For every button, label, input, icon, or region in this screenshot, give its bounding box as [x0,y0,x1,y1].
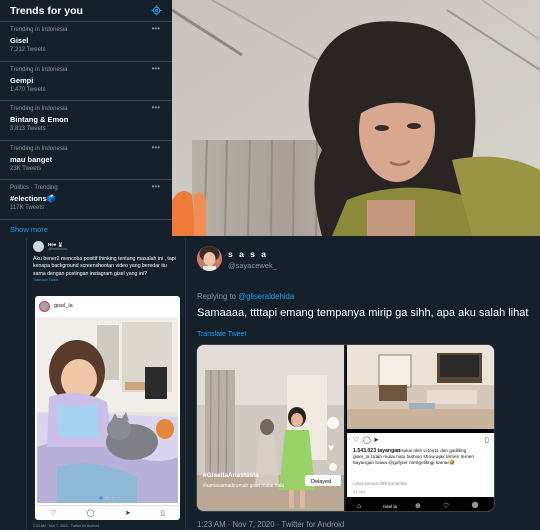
instagram-action-bar: ♡ ◯ ➤ ▯ [35,505,180,520]
comment-icon: ◯ [363,436,371,444]
tweet-text: Samaaaa, ttttapi emang tempanya mirip ga… [197,307,529,319]
svg-text:♥: ♥ [328,443,334,454]
post-caption: gisel_la Udah mulai halu fashion show aj… [353,455,475,466]
translate-link[interactable]: Translate Tweet [197,331,246,338]
instagram-photo [37,317,178,503]
share-icon: ➤ [373,436,379,444]
trends-title: Trends for you [10,4,83,17]
heart-icon: ♡ [443,502,449,510]
avatar [39,300,50,312]
bookmark-icon: ▯ [485,436,489,444]
trend-context: Trending in Indonesia [10,27,68,33]
author-handle: @heeachoo [48,246,67,251]
trend-name: Gempi [10,75,34,85]
avatar[interactable] [33,241,44,252]
view-count: 1.543.023 tayangan [353,448,400,454]
trend-item[interactable]: Trending in Indonesia mau banget 23K Twe… [0,141,172,180]
trend-context: Trending in Indonesia [10,106,68,112]
trend-count: 23K Tweets [10,165,42,172]
reply-to-handle-link[interactable]: @gliseraldehida [238,292,294,301]
trend-item[interactable]: Trending in Indonesia Gisel 7,212 Tweets… [0,22,172,62]
translate-link[interactable]: Translate Tweet [27,278,185,282]
media-composite-image: ♥ #GiselIaAnastasia #samasamadirumah gis… [197,345,494,511]
more-icon[interactable]: ••• [152,64,160,73]
bar-username: nisel la [383,504,398,509]
trend-count: 117K Tweets [10,205,45,211]
instagram-username: gisel_la [54,303,73,309]
author-name: s a s a [228,249,268,259]
view-comments-link: Lihat semua 299 komentar [353,481,408,486]
trend-name: Bintang & Emon [10,115,69,124]
trend-count: 1,470 Tweets [10,86,46,93]
replying-to-label: Replying to [197,292,237,301]
comment-icon[interactable]: ◯ [87,509,95,517]
bookmark-icon[interactable]: ▯ [161,509,165,517]
delayed-badge: Delayed [311,479,331,485]
overlay-music: #samasamadirumah gisel mulai halu [203,483,284,489]
share-icon[interactable]: ➤ [125,509,131,517]
tweet-author: Hee 🐰 @heeachoo [27,238,185,252]
quoted-tweet-screenshot: Hee 🐰 @heeachoo Aku bener2 mencoba posit… [26,238,186,530]
avatar[interactable] [197,246,222,271]
heart-icon[interactable]: ♡ [50,509,56,517]
more-icon[interactable]: ••• [152,24,160,33]
more-icon[interactable]: ••• [152,103,160,112]
video-still-image [172,0,540,236]
instagram-post-image[interactable]: gisel_la ♡ ◯ ➤ ▯ [35,296,180,520]
more-icon[interactable]: ••• [152,143,160,152]
heart-icon: ♡ [353,436,359,444]
tweet-timestamp: 1:03 AM · Nov 7, 2020 · Twitter for Andr… [33,524,100,528]
author-handle: @sayacewek_ [228,261,277,270]
tweet-media[interactable]: ♥ #GiselIaAnastasia #samasamadirumah gis… [196,344,495,512]
trend-item[interactable]: Trending in Indonesia Gempi 1,470 Tweets… [0,62,172,101]
trend-count: 7,212 Tweets [10,47,46,53]
trend-item[interactable]: Politics · Trending #elections🗳️ 117K Tw… [0,180,172,220]
trend-context: Trending in Indonesia [10,66,68,73]
gear-icon[interactable] [151,5,162,16]
trend-context: Politics · Trending [10,185,58,191]
trend-item[interactable]: Trending in Indonesia Bintang & Emon 3,8… [0,101,172,141]
more-icon[interactable]: ••• [152,182,160,191]
trend-name: #elections🗳️ [10,194,57,203]
tweet-text: Aku bener2 mencoba positif thinking tent… [33,256,176,277]
post-date: 21 Apr [353,489,366,494]
instagram-header: gisel_la [35,296,180,316]
overlay-username: #GiselIaAnastasia [203,472,259,479]
tweet-timestamp: 1:23 AM · Nov 7, 2020 · Twitter for Andr… [197,520,345,529]
trend-count: 3,813 Tweets [10,126,46,132]
replying-to: Replying to @gliseraldehida [197,292,294,301]
reply-tweet: s a s a @sayacewek_ Replying to @glisera… [187,238,540,530]
liked-by: Disukai oleh vi.too11 dan gadiiling [397,448,467,453]
trends-header: Trends for you [0,0,172,22]
trends-panel: Trends for you Trending in Indonesia Gis… [0,0,172,236]
add-icon: ⊕ [415,503,421,510]
home-icon: ⌂ [357,503,361,510]
video-frame [172,0,540,236]
trend-name: Gisel [10,36,29,45]
trend-context: Trending in Indonesia [10,145,68,152]
trend-name: mau banget [10,154,53,164]
